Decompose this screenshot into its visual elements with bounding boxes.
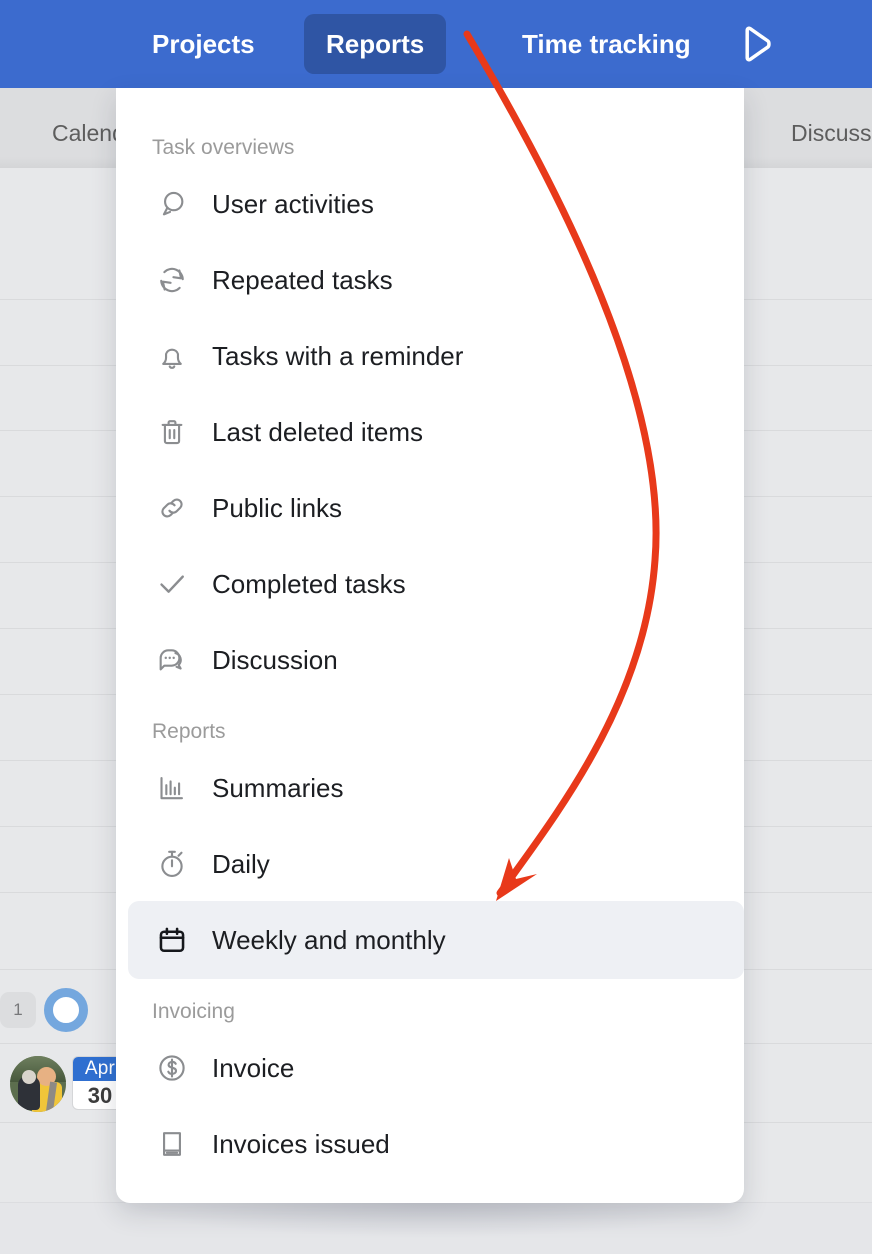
section-header-invoicing: Invoicing (152, 1000, 235, 1023)
chat-icon (152, 643, 192, 677)
bar-chart-icon (152, 771, 192, 805)
menu-item-label: Invoice (212, 1052, 295, 1083)
nav-item-time-tracking[interactable]: Time tracking (500, 14, 713, 74)
menu-item-label: Invoices issued (212, 1128, 390, 1159)
background-footer-area (0, 1202, 872, 1254)
menu-item-discussion[interactable]: Discussion (128, 621, 744, 699)
section-header-task-overviews: Task overviews (152, 136, 295, 159)
menu-item-weekly-and-monthly[interactable]: Weekly and monthly (128, 901, 744, 979)
dollar-circle-icon (152, 1051, 192, 1085)
nav-item-reports[interactable]: Reports (304, 14, 447, 74)
menu-item-label: User activities (212, 188, 374, 219)
avatar (10, 1056, 66, 1112)
menu-item-invoices-issued[interactable]: Invoices issued (128, 1105, 744, 1183)
menu-item-label: Weekly and monthly (212, 924, 446, 955)
app-root: Calendar Discussion 1 Apr 30 (0, 0, 872, 1254)
menu-item-summaries[interactable]: Summaries (128, 749, 744, 827)
menu-item-label: Public links (212, 492, 343, 523)
section-header-reports: Reports (152, 720, 226, 743)
menu-item-label: Tasks with a reminder (212, 340, 464, 371)
menu-item-last-deleted-items[interactable]: Last deleted items (128, 393, 744, 471)
background-column-label-discussion: Discussion (791, 120, 872, 146)
reports-dropdown-menu: Task overviews User activities Repeated … (116, 88, 744, 1203)
menu-item-tasks-with-a-reminder[interactable]: Tasks with a reminder (128, 317, 744, 395)
refresh-icon (152, 263, 192, 297)
menu-item-label: Discussion (212, 644, 338, 675)
stopwatch-icon (152, 847, 192, 881)
trash-icon (152, 415, 192, 449)
status-badge: 1 (0, 992, 36, 1028)
menu-item-label: Repeated tasks (212, 264, 393, 295)
user-activity-icon (152, 187, 192, 221)
play-icon[interactable] (734, 22, 778, 66)
menu-item-public-links[interactable]: Public links (128, 469, 744, 547)
book-icon (152, 1127, 192, 1161)
progress-ring-icon (44, 988, 88, 1032)
calendar-icon (152, 923, 192, 957)
check-icon (152, 567, 192, 601)
link-icon (152, 491, 192, 525)
menu-item-label: Last deleted items (212, 416, 424, 447)
menu-item-label: Completed tasks (212, 568, 406, 599)
menu-item-completed-tasks[interactable]: Completed tasks (128, 545, 744, 623)
nav-item-projects[interactable]: Projects (130, 14, 277, 74)
menu-item-daily[interactable]: Daily (128, 825, 744, 903)
menu-item-repeated-tasks[interactable]: Repeated tasks (128, 241, 744, 319)
menu-item-invoice[interactable]: Invoice (128, 1029, 744, 1107)
top-navigation-bar: Projects Reports Time tracking (0, 0, 872, 88)
menu-item-user-activities[interactable]: User activities (128, 165, 744, 243)
bell-icon (152, 339, 192, 373)
menu-item-label: Daily (212, 848, 270, 879)
menu-item-label: Summaries (212, 772, 344, 803)
